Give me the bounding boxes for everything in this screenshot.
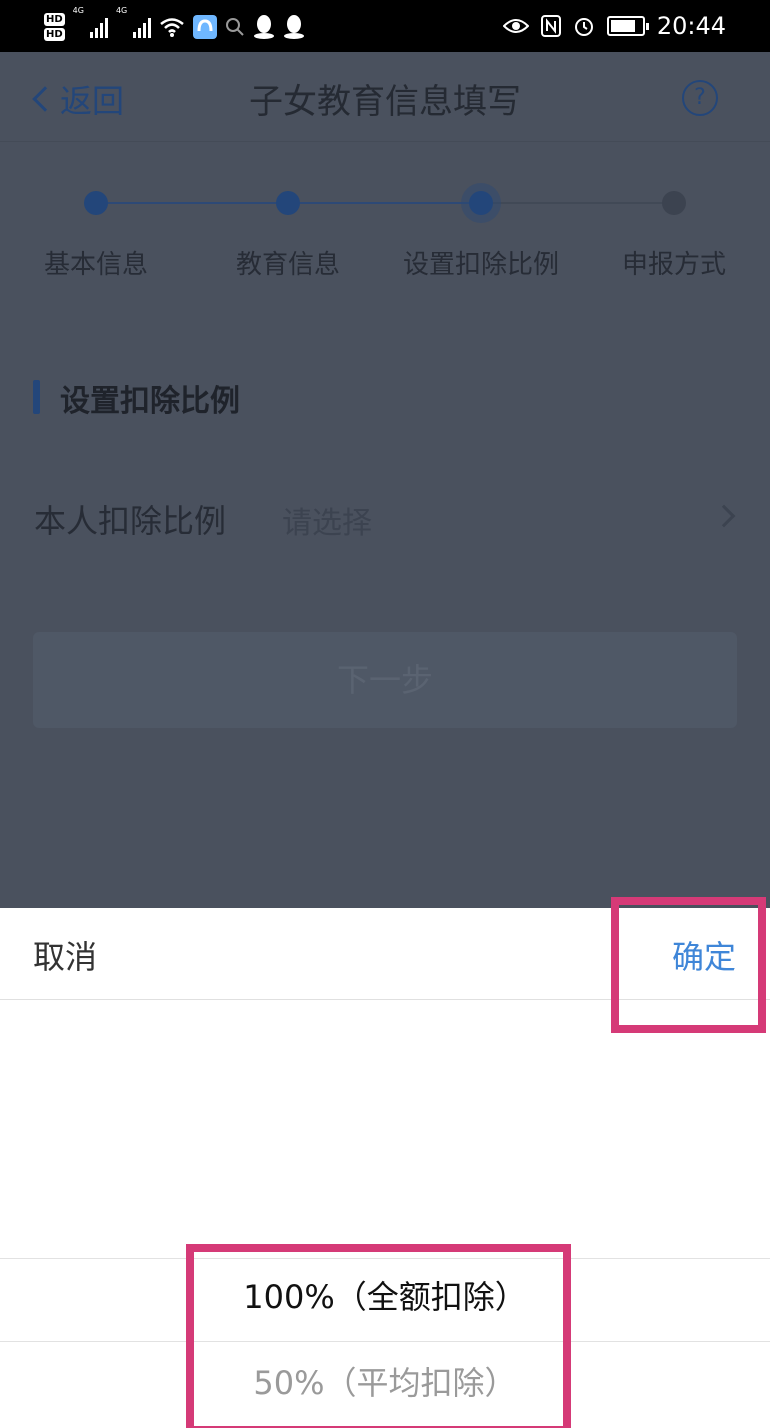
nav-bar: 返回 子女教育信息填写 ? [0,52,770,142]
deduction-ratio-select[interactable]: 请选择 [282,498,372,542]
step-connector-1 [96,202,288,204]
highlight-box-options [186,1244,571,1428]
step-dot-4 [662,191,686,215]
alarm-icon [574,18,593,36]
qq-icon [254,15,275,39]
page-title: 子女教育信息填写 [249,82,521,122]
hd-badges: HD HD [44,13,65,41]
app-notification-icon [193,15,218,39]
highlight-box-confirm [611,897,766,1033]
section-accent-bar [33,380,40,414]
status-left: HD HD 4G 4G [44,6,305,48]
app-screen: 返回 子女教育信息填写 ? 基本信息 教育信息 设置扣除比例 申报方式 设置扣除… [0,52,770,908]
eye-comfort-icon [502,19,529,33]
help-icon[interactable]: ? [682,80,718,116]
network-type-2: 4G [115,6,128,15]
step-dot-1 [84,191,108,215]
step-label-1: 基本信息 [43,250,148,280]
progress-steps: 基本信息 教育信息 设置扣除比例 申报方式 [0,182,770,302]
step-label-4: 申报方式 [621,250,726,280]
section-title: 设置扣除比例 [60,384,240,419]
signal-1-icon [89,16,108,38]
chevron-right-icon [712,504,736,528]
nfc-icon [540,15,561,37]
clock: 20:44 [656,12,726,40]
deduction-ratio-label: 本人扣除比例 [34,502,227,540]
step-dot-2 [276,191,300,215]
cancel-button[interactable]: 取消 [33,932,97,978]
network-type-1: 4G [72,6,84,15]
search-notification-icon [226,18,244,36]
signal-2-icon [133,16,152,38]
wifi-icon [160,18,185,37]
battery-icon [606,16,649,36]
qq-icon-2 [284,15,305,39]
step-connector-2 [288,202,481,204]
step-dot-3 [469,191,493,215]
step-label-2: 教育信息 [235,250,340,280]
step-connector-3 [481,202,674,204]
hd-badge-2: HD [44,28,65,41]
hd-badge-1: HD [44,13,65,26]
step-label-3: 设置扣除比例 [402,250,559,280]
next-button[interactable]: 下一步 [33,632,737,728]
status-right: 20:44 [502,0,726,52]
status-bar: HD HD 4G 4G 20:44 [0,0,770,52]
